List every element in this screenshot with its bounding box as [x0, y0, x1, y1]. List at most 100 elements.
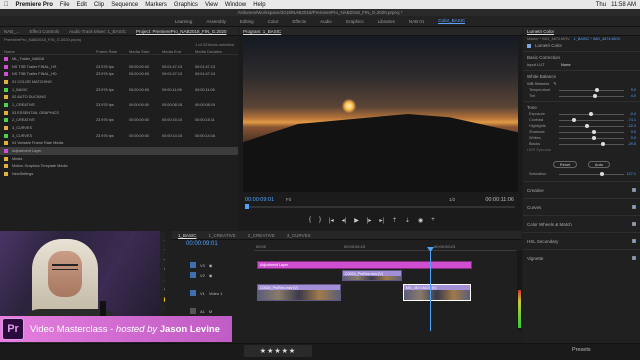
- menu-graphics[interactable]: Graphics: [174, 2, 198, 8]
- workspace-libraries[interactable]: Libraries: [378, 19, 395, 24]
- tab-audio-mixer[interactable]: Audio Track Mixer: 1_BASIC: [69, 29, 126, 34]
- clip-c0024-upper[interactable]: C0024_ProRes.mov [V]: [342, 270, 402, 281]
- lumetri-master[interactable]: Master * IMG_4674.MOV: [527, 37, 570, 41]
- slider-knob[interactable]: [600, 142, 605, 146]
- slider-knob[interactable]: [588, 112, 593, 116]
- slider-knob[interactable]: [585, 124, 589, 128]
- menu-window[interactable]: Window: [225, 2, 246, 8]
- workspace-assembly[interactable]: Assembly: [206, 19, 226, 24]
- menu-help[interactable]: Help: [253, 2, 265, 8]
- slider-knob[interactable]: [594, 88, 599, 92]
- project-item[interactable]: NS TSB Trailer FINAL_HS 23.976 fps 00:00:0…: [0, 63, 238, 71]
- slider-knob[interactable]: [592, 94, 597, 98]
- project-item[interactable]: 1_BASIC 23.976 fps 00:00:00:00 00:00:11:06 0…: [0, 86, 238, 94]
- slider-value[interactable]: 9.0: [624, 88, 636, 92]
- project-item[interactable]: 03 ESSENTIAL GRAPHICS: [0, 109, 238, 117]
- workspace-color[interactable]: Color: [268, 19, 279, 24]
- slider-value[interactable]: -22.3: [624, 124, 636, 128]
- lumetri-section[interactable]: Curves: [523, 198, 640, 215]
- eye-icon[interactable]: ◉: [209, 273, 213, 278]
- lumetri-slider[interactable]: Tint 4.0: [523, 93, 640, 99]
- slider-knob[interactable]: [572, 118, 576, 122]
- project-item[interactable]: 2_CREATIVE 23.976 fps 00:00:00:00 00:00:15:…: [0, 117, 238, 125]
- mute-icon[interactable]: M: [209, 309, 212, 314]
- workspace-editing[interactable]: Editing: [240, 19, 254, 24]
- menu-edit[interactable]: Edit: [77, 2, 87, 8]
- saturation-knob[interactable]: [599, 172, 604, 176]
- clip-adjustment-layer[interactable]: Adjustment Layer: [257, 261, 472, 269]
- project-item[interactable]: ML_Trailer_NAB18: [0, 55, 238, 63]
- extract-icon[interactable]: ⇣: [405, 217, 410, 224]
- tab-seq-2-creative[interactable]: 2_CREATIVE: [248, 233, 275, 238]
- project-item[interactable]: 3_CURVES 23.976 fps 00:00:00:00 00:00:14:15…: [0, 132, 238, 140]
- project-item[interactable]: 3_CURVES: [0, 124, 238, 132]
- col-media-start[interactable]: Media Start: [129, 49, 162, 54]
- fit-dropdown[interactable]: Fit: [286, 197, 291, 202]
- presets-label[interactable]: Presets: [572, 347, 591, 353]
- tab-seq-1-basic[interactable]: 1_BASIC: [178, 233, 197, 238]
- lumetri-section[interactable]: Color Wheels & Match: [523, 215, 640, 232]
- menu-clip[interactable]: Clip: [94, 2, 104, 8]
- apple-icon[interactable]: : [4, 2, 9, 8]
- workspace-color-basic[interactable]: Color_BASIC: [438, 18, 466, 24]
- project-item[interactable]: 1_CREATIVE 23.976 fps 00:00:00:00 00:00:08:…: [0, 101, 238, 109]
- slider-value[interactable]: 29.5: [624, 142, 636, 146]
- add-button-icon[interactable]: +: [431, 217, 435, 224]
- menu-sequence[interactable]: Sequence: [111, 2, 138, 8]
- section-toggle[interactable]: [632, 188, 636, 192]
- target-toggle[interactable]: [190, 272, 196, 278]
- tab-seq-3-curves[interactable]: 3_CURVES: [287, 233, 311, 238]
- menu-view[interactable]: View: [205, 2, 218, 8]
- project-item[interactable]: NewSettings: [0, 170, 238, 178]
- mark-in-icon[interactable]: {: [309, 217, 311, 224]
- auto-button[interactable]: Auto: [587, 161, 611, 168]
- menu-markers[interactable]: Markers: [145, 2, 167, 8]
- tab-effect-controls[interactable]: Effect Controls: [30, 29, 59, 34]
- slider-value[interactable]: -0.4: [624, 112, 636, 116]
- program-video-frame[interactable]: [243, 37, 518, 192]
- workspace-effects[interactable]: Effects: [292, 19, 306, 24]
- workspace-graphics[interactable]: Graphics: [346, 19, 364, 24]
- menu-file[interactable]: File: [60, 2, 70, 8]
- step-forward-icon[interactable]: |▸: [367, 217, 372, 224]
- timeline-ruler[interactable]: 00:00 00:00:04:23 00:00:09:23: [254, 242, 516, 251]
- basic-correction-header[interactable]: Basic Correction: [523, 54, 640, 61]
- lumetri-section[interactable]: Vignette: [523, 249, 640, 266]
- mark-out-icon[interactable]: }: [319, 217, 321, 224]
- rating-stars[interactable]: ★★★★★: [244, 345, 312, 357]
- play-icon[interactable]: ▶: [354, 217, 359, 224]
- project-item[interactable]: Adjustment Layer: [0, 147, 238, 155]
- go-to-in-icon[interactable]: |◂: [329, 217, 334, 224]
- input-lut-dropdown[interactable]: None: [561, 62, 571, 67]
- project-item[interactable]: NS TSB Trailer FINAL_HD 23.976 fps 00:00:0…: [0, 70, 238, 78]
- workspace-nab01[interactable]: NAB 01: [409, 19, 425, 24]
- tab-seq-1-creative[interactable]: 1_CREATIVE: [209, 233, 236, 238]
- project-item[interactable]: 01 COLOR MATCHING: [0, 78, 238, 86]
- resolution-dropdown[interactable]: 1/2: [449, 197, 455, 202]
- slider-knob[interactable]: [591, 136, 596, 140]
- workspace-audio[interactable]: Audio: [320, 19, 332, 24]
- slider-value[interactable]: 0.0: [624, 136, 636, 140]
- section-toggle[interactable]: [632, 222, 636, 226]
- timeline-playhead[interactable]: [430, 251, 431, 331]
- tab-lumetri-color[interactable]: Lumetri Color: [527, 29, 554, 34]
- workspace-learning[interactable]: Learning: [175, 19, 193, 24]
- saturation-value[interactable]: 127.1: [624, 172, 636, 176]
- section-toggle[interactable]: [632, 205, 636, 209]
- project-item[interactable]: 04 Variable Frame Rate Media: [0, 140, 238, 148]
- tab-project[interactable]: Project: PremierePro_NAB2018_FIN_G.2020: [136, 29, 227, 34]
- eye-icon[interactable]: ◉: [209, 263, 213, 268]
- lumetri-section[interactable]: Creative: [523, 181, 640, 198]
- col-media-duration[interactable]: Media Duration: [195, 49, 225, 54]
- tab-program[interactable]: Program: 1_BASIC: [243, 29, 281, 34]
- reset-button[interactable]: Reset: [552, 161, 578, 168]
- project-item[interactable]: Media: [0, 155, 238, 163]
- eyedropper-icon[interactable]: ✎: [553, 81, 556, 86]
- step-back-icon[interactable]: ◂|: [342, 217, 347, 224]
- section-toggle[interactable]: [632, 256, 636, 260]
- go-to-out-icon[interactable]: ▸|: [379, 217, 384, 224]
- lumetri-section[interactable]: HSL Secondary: [523, 232, 640, 249]
- lift-icon[interactable]: ⇡: [392, 217, 397, 224]
- export-frame-icon[interactable]: ◉: [418, 217, 423, 224]
- slider-value[interactable]: -74.1: [624, 118, 636, 122]
